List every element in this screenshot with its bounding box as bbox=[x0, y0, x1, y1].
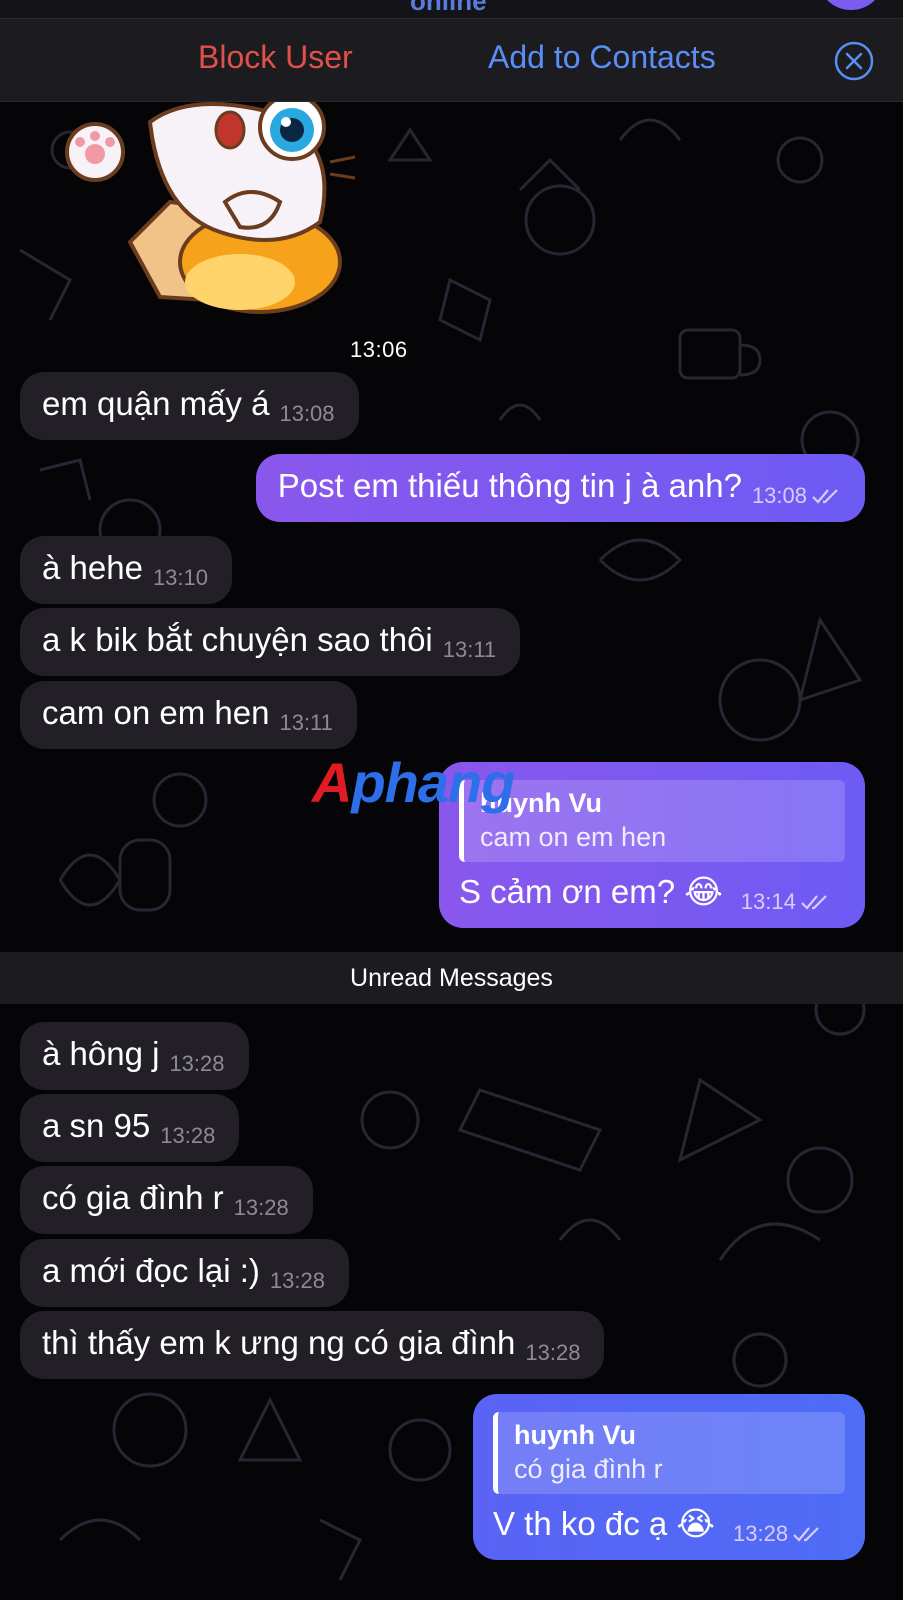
message-text: V th ko đc ạ 😭 bbox=[493, 1505, 715, 1542]
message-incoming[interactable]: cam on em hen 13:11 bbox=[20, 681, 357, 749]
message-time: 13:11 bbox=[442, 637, 497, 662]
message-text: Post em thiếu thông tin j à anh? bbox=[277, 467, 742, 504]
message-outgoing[interactable]: Post em thiếu thông tin j à anh? 13:08 bbox=[255, 454, 865, 522]
double-check-icon bbox=[793, 1527, 819, 1542]
message-incoming[interactable]: à hông j 13:28 bbox=[20, 1022, 249, 1090]
message-text: à hông j bbox=[42, 1035, 160, 1072]
message-incoming[interactable]: a sn 95 13:28 bbox=[20, 1094, 240, 1162]
message-incoming[interactable]: thì thấy em k ưng ng có gia đình 13:28 bbox=[20, 1311, 605, 1379]
reply-text: cam on em hen bbox=[480, 822, 667, 852]
unread-messages-divider: Unread Messages bbox=[0, 952, 903, 1004]
reply-author: huynh Vu bbox=[480, 788, 602, 818]
message-text: em quận mấy á bbox=[42, 385, 270, 422]
message-text: a mới đọc lại :) bbox=[42, 1252, 260, 1289]
message-time: 13:28 bbox=[169, 1051, 225, 1076]
message-time: 13:14 bbox=[740, 889, 796, 914]
reply-author: huynh Vu bbox=[514, 1420, 636, 1450]
message-time: 13:08 bbox=[279, 401, 335, 426]
message-time: 13:28 bbox=[160, 1123, 216, 1148]
message-time: 13:28 bbox=[525, 1340, 581, 1365]
contact-avatar[interactable] bbox=[819, 0, 883, 10]
message-time: 13:28 bbox=[733, 1521, 789, 1546]
reply-text: có gia đình r bbox=[514, 1454, 663, 1484]
message-time: 13:11 bbox=[279, 710, 333, 735]
contact-action-bar: Block User Add to Contacts bbox=[0, 18, 903, 102]
message-time: 13:28 bbox=[233, 1195, 289, 1220]
message-incoming[interactable]: a k bik bắt chuyện sao thôi 13:11 bbox=[20, 608, 521, 676]
message-incoming[interactable]: có gia đình r 13:28 bbox=[20, 1166, 313, 1234]
navigation-bar-edge: online bbox=[0, 0, 903, 18]
message-text: thì thấy em k ưng ng có gia đình bbox=[42, 1324, 516, 1361]
date-separator-time: 13:06 bbox=[350, 337, 408, 362]
reply-preview[interactable]: huynh Vu có gia đình r bbox=[493, 1412, 845, 1494]
cat-sticker[interactable] bbox=[50, 102, 370, 317]
message-incoming[interactable]: à hehe 13:10 bbox=[20, 536, 232, 604]
double-check-icon bbox=[812, 489, 838, 504]
message-incoming[interactable]: a mới đọc lại :) 13:28 bbox=[20, 1239, 349, 1307]
watermark-logo: Aphang bbox=[312, 751, 515, 814]
block-user-button[interactable]: Block User bbox=[198, 39, 353, 76]
message-time: 13:08 bbox=[751, 483, 807, 508]
message-text: à hehe bbox=[42, 549, 143, 586]
double-check-icon bbox=[801, 895, 827, 910]
message-time: 13:28 bbox=[269, 1268, 325, 1293]
message-text: cam on em hen bbox=[42, 694, 270, 731]
message-outgoing[interactable]: huynh Vu có gia đình r V th ko đc ạ 😭 13:… bbox=[473, 1394, 865, 1560]
message-text: S cảm ơn em? 😂 bbox=[459, 873, 723, 910]
message-text: có gia đình r bbox=[42, 1179, 224, 1216]
close-circle-icon[interactable] bbox=[834, 41, 874, 81]
message-incoming[interactable]: em quận mấy á 13:08 bbox=[20, 372, 359, 440]
reply-preview[interactable]: huynh Vu cam on em hen bbox=[459, 780, 845, 862]
message-text: a sn 95 bbox=[42, 1107, 151, 1144]
contact-status: online bbox=[410, 0, 487, 16]
add-to-contacts-button[interactable]: Add to Contacts bbox=[488, 39, 716, 76]
message-text: a k bik bắt chuyện sao thôi bbox=[42, 621, 433, 658]
message-time: 13:10 bbox=[152, 565, 208, 590]
